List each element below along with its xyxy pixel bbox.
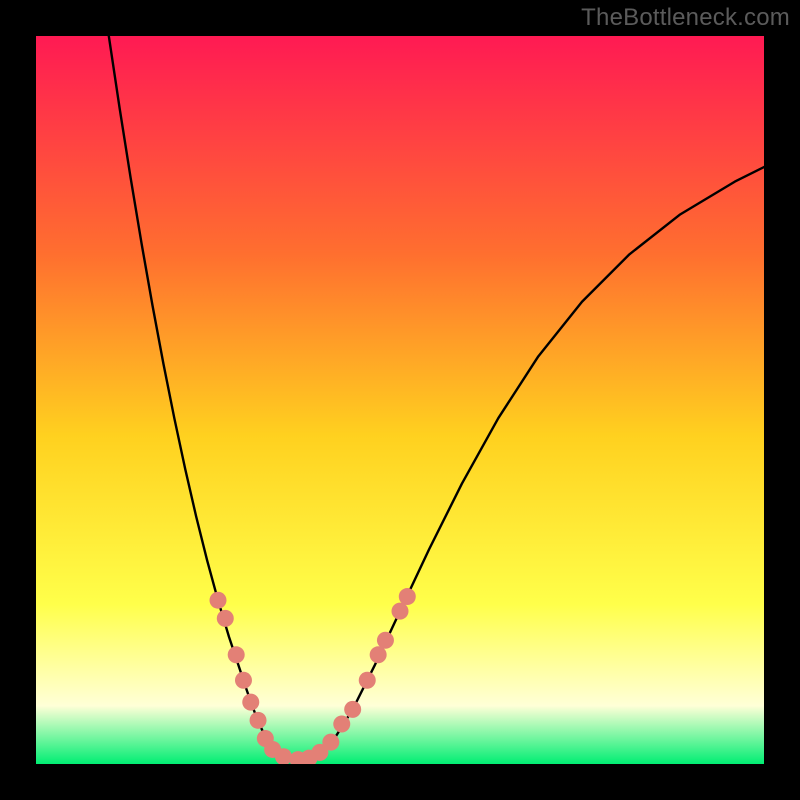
data-marker — [228, 646, 245, 663]
plot-area — [36, 36, 764, 764]
data-marker — [399, 588, 416, 605]
data-marker — [359, 672, 376, 689]
chart-frame: TheBottleneck.com — [0, 0, 800, 800]
data-marker — [235, 672, 252, 689]
data-marker — [392, 603, 409, 620]
gradient-background — [36, 36, 764, 764]
data-marker — [370, 646, 387, 663]
data-marker — [250, 712, 267, 729]
data-marker — [242, 694, 259, 711]
attribution-text: TheBottleneck.com — [581, 4, 790, 32]
data-marker — [344, 701, 361, 718]
data-marker — [333, 715, 350, 732]
data-marker — [322, 734, 339, 751]
data-marker — [217, 610, 234, 627]
data-marker — [377, 632, 394, 649]
data-marker — [210, 592, 227, 609]
bottleneck-chart — [36, 36, 764, 764]
